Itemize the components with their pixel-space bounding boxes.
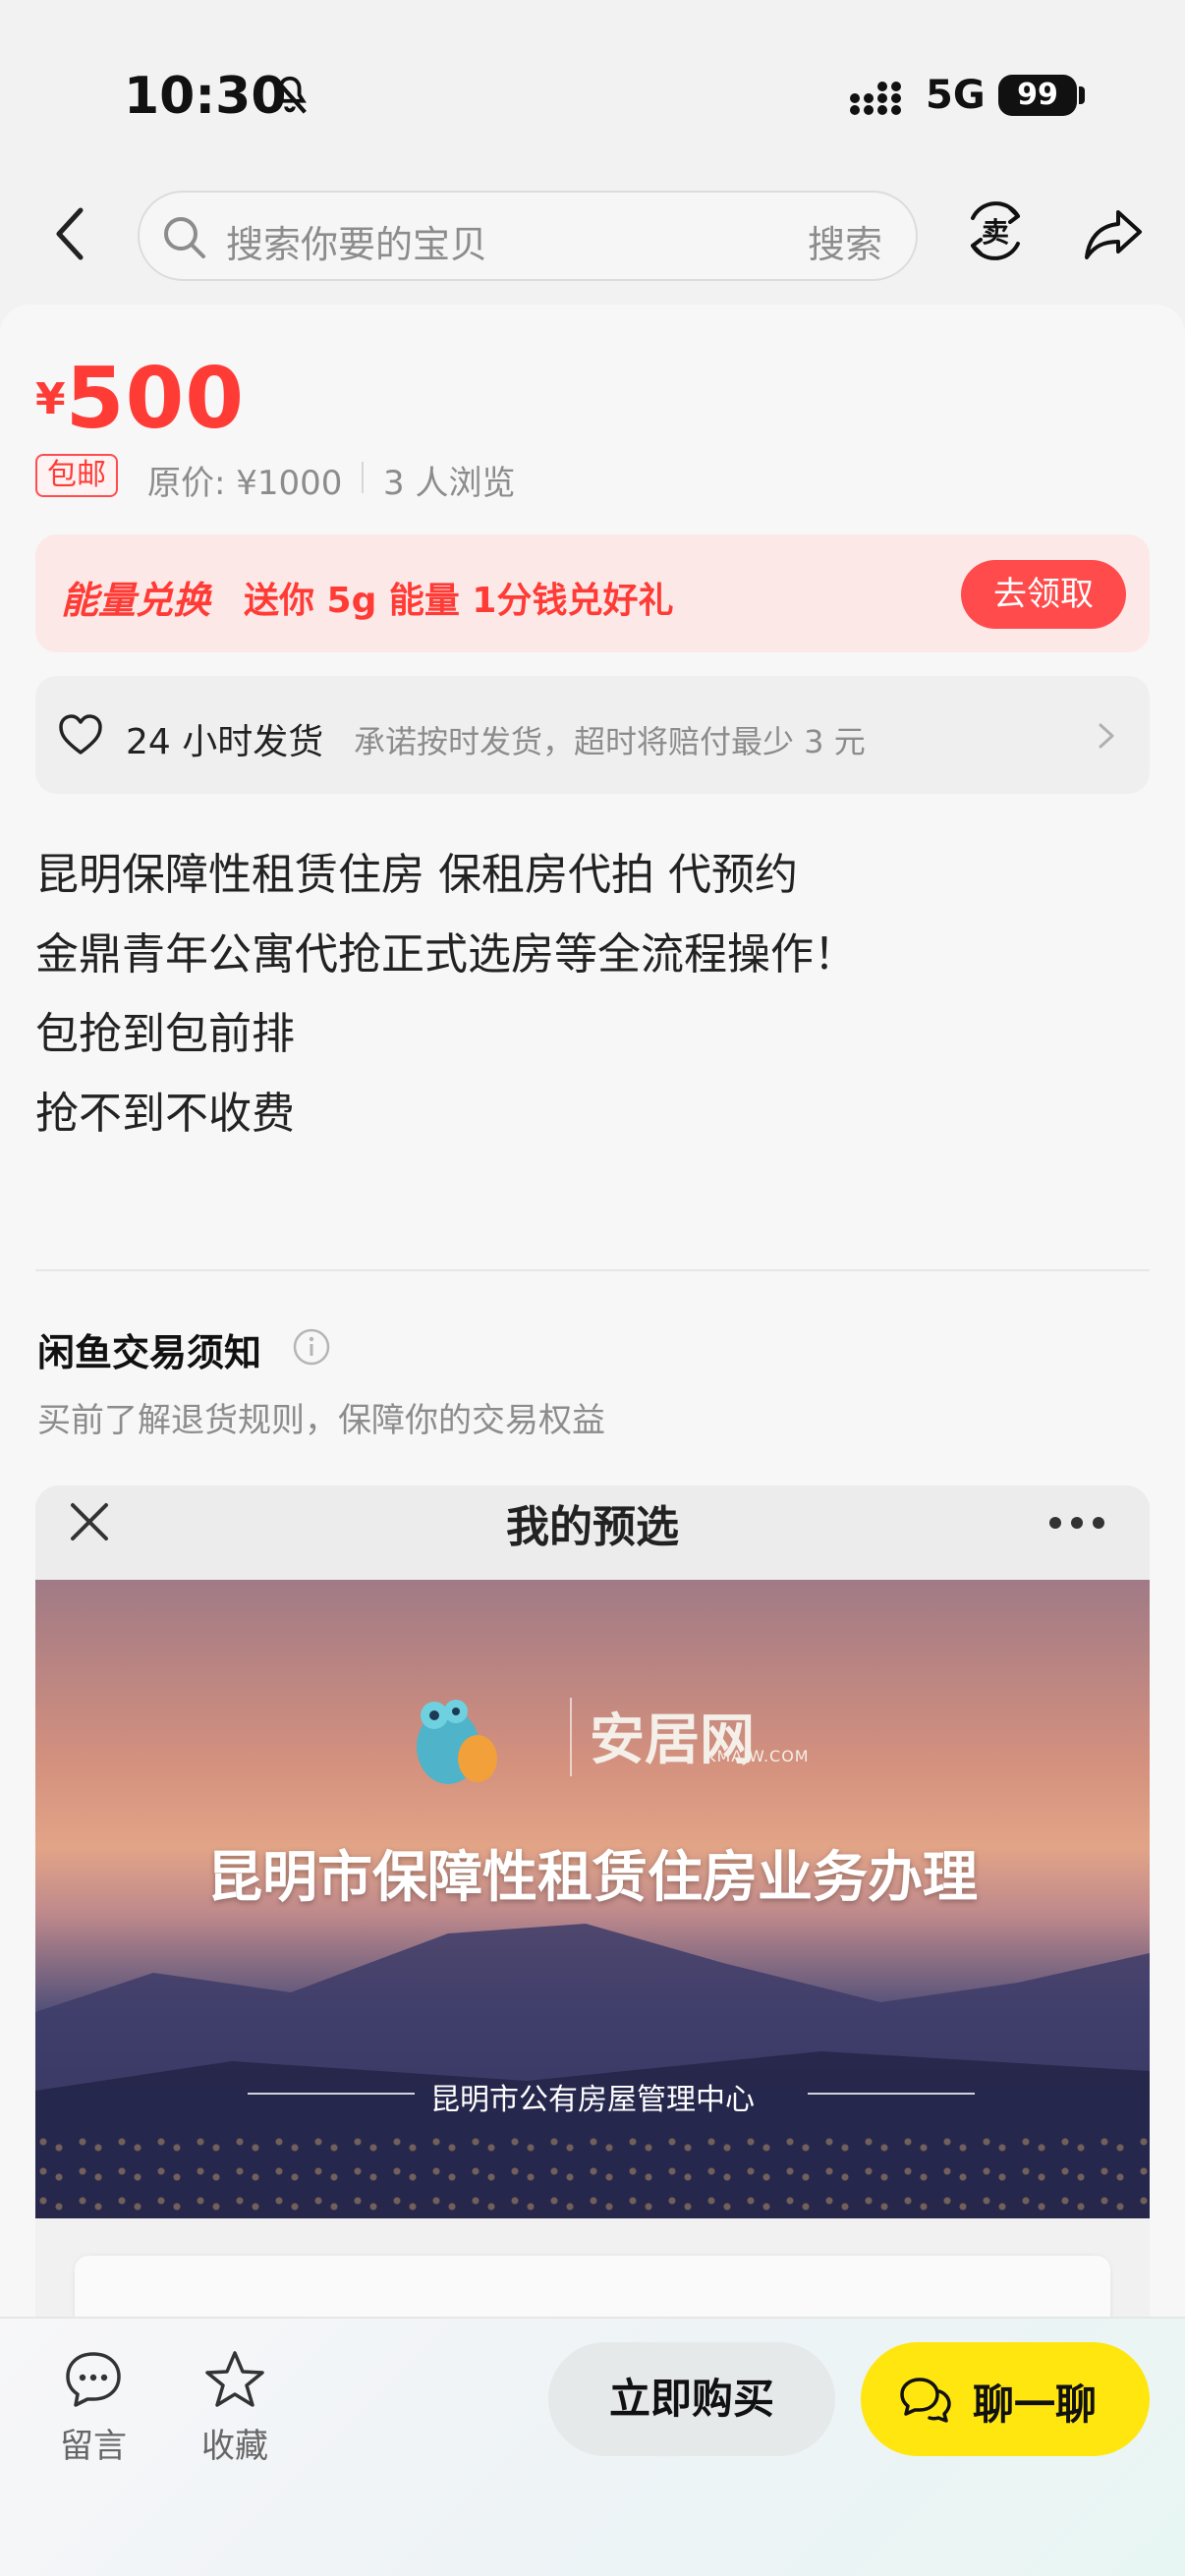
info-icon[interactable] bbox=[291, 1326, 332, 1368]
bottom-action-bar: 留言 收藏 立即购买 聊一聊 bbox=[0, 2317, 1185, 2576]
comment-button[interactable]: 留言 bbox=[39, 2348, 147, 2476]
description-line: 包抢到包前排 bbox=[35, 1009, 295, 1059]
search-icon bbox=[164, 217, 205, 258]
favorite-button[interactable]: 收藏 bbox=[181, 2348, 289, 2476]
banner-line-right bbox=[808, 2093, 975, 2095]
logo-subtext: KMAJW.COM bbox=[705, 1747, 810, 1765]
battery-tip bbox=[1079, 86, 1085, 104]
status-time: 10:30 bbox=[124, 67, 287, 126]
battery-icon: 99 bbox=[998, 75, 1077, 116]
comment-icon bbox=[66, 2352, 121, 2407]
bell-muted-icon bbox=[273, 76, 307, 114]
search-button[interactable]: 搜索 bbox=[808, 214, 882, 268]
product-price: ¥500 bbox=[35, 350, 245, 448]
listing-image[interactable]: 我的预选 安居网 KMAJW.COM 昆明市保障性租赁住房业务办理 昆明市公有房… bbox=[35, 1485, 1150, 2370]
buy-now-button[interactable]: 立即购买 bbox=[548, 2342, 835, 2456]
banner-image: 安居网 KMAJW.COM 昆明市保障性租赁住房业务办理 昆明市公有房屋管理中心 bbox=[35, 1580, 1150, 2218]
chat-bubble-icon bbox=[900, 2378, 951, 2423]
claim-button[interactable]: 去领取 bbox=[961, 560, 1126, 629]
svg-text:卖: 卖 bbox=[982, 216, 1009, 249]
chat-button[interactable]: 聊一聊 bbox=[861, 2342, 1150, 2456]
product-description: 昆明保障性租赁住房 保租房代拍 代预约 金鼎青年公寓代抢正式选房等全流程操作！ … bbox=[35, 835, 1146, 1153]
status-bar: 10:30 5G 99 bbox=[0, 0, 1185, 177]
meta-divider bbox=[362, 462, 364, 493]
shipping-promise[interactable]: 24 小时发货 承诺按时发货，超时将赔付最少 3 元 bbox=[35, 676, 1150, 794]
city-lights bbox=[35, 2130, 1150, 2218]
view-count: 3 人浏览 bbox=[383, 464, 516, 503]
trade-notice-title: 闲鱼交易须知 bbox=[37, 1331, 262, 1374]
back-arrow-icon[interactable] bbox=[43, 196, 102, 271]
chat-label: 聊一聊 bbox=[973, 2380, 1098, 2429]
star-icon bbox=[205, 2351, 264, 2407]
chevron-right-icon bbox=[1099, 723, 1114, 749]
favorite-label: 收藏 bbox=[201, 2427, 268, 2466]
price-value: 500 bbox=[65, 350, 246, 448]
trade-notice-subtitle: 买前了解退货规则，保障你的交易权益 bbox=[37, 1401, 605, 1440]
section-divider bbox=[35, 1269, 1150, 1271]
network-type: 5G bbox=[926, 73, 986, 118]
search-placeholder: 搜索你要的宝贝 bbox=[226, 223, 488, 266]
shipping-title: 24 小时发货 bbox=[126, 722, 324, 762]
energy-desc: 送你 5g 能量 1分钱兑好礼 bbox=[244, 581, 674, 621]
more-icon bbox=[1049, 1517, 1104, 1529]
sell-icon[interactable]: 卖 bbox=[963, 196, 1028, 265]
energy-title: 能量兑换 bbox=[61, 579, 211, 622]
anju-logo-icon bbox=[417, 1700, 497, 1784]
energy-exchange-banner[interactable]: 能量兑换 送你 5g 能量 1分钱兑好礼 去领取 bbox=[35, 534, 1150, 652]
heart-icon bbox=[59, 714, 102, 755]
image-header: 我的预选 bbox=[35, 1485, 1150, 1580]
free-shipping-tag: 包邮 bbox=[35, 454, 118, 497]
image-header-title: 我的预选 bbox=[506, 1502, 679, 1552]
banner-subtitle: 昆明市公有房屋管理中心 bbox=[430, 2083, 755, 2117]
share-icon[interactable] bbox=[1081, 200, 1146, 265]
description-line: 抢不到不收费 bbox=[35, 1089, 295, 1139]
signal-icon bbox=[850, 82, 901, 115]
currency-symbol: ¥ bbox=[35, 374, 66, 424]
comment-label: 留言 bbox=[60, 2427, 127, 2466]
description-line: 金鼎青年公寓代抢正式选房等全流程操作！ bbox=[35, 929, 857, 980]
shipping-desc: 承诺按时发货，超时将赔付最少 3 元 bbox=[354, 723, 866, 760]
logo-divider bbox=[570, 1698, 572, 1776]
search-input[interactable]: 搜索你要的宝贝 搜索 bbox=[138, 191, 918, 281]
description-line: 昆明保障性租赁住房 保租房代拍 代预约 bbox=[35, 850, 798, 900]
banner-title: 昆明市保障性租赁住房业务办理 bbox=[207, 1846, 978, 1910]
original-price: 原价: ¥1000 bbox=[147, 464, 343, 503]
